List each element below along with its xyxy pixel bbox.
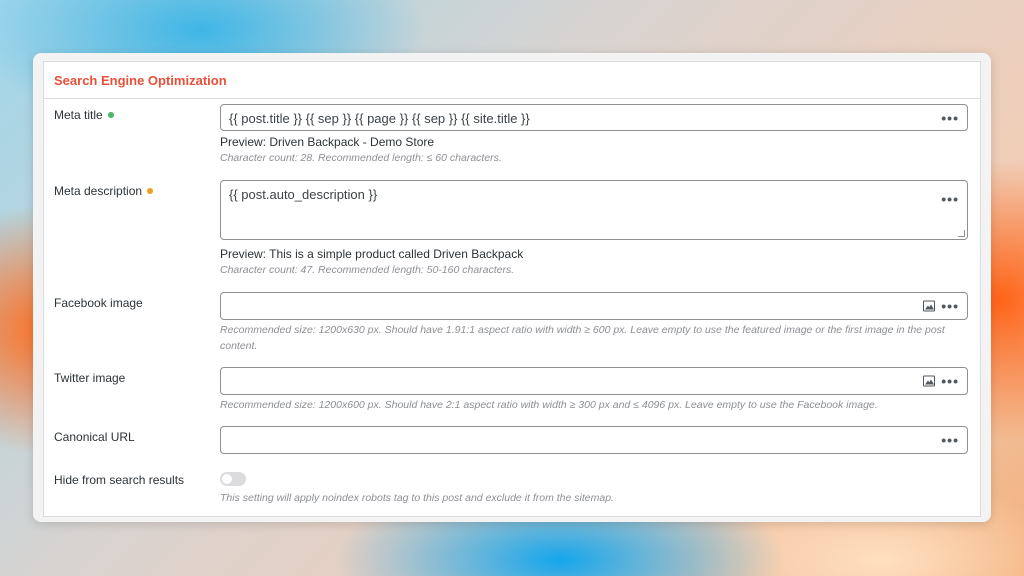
hide-from-search-label: Hide from search results xyxy=(54,473,184,487)
more-horizontal-icon[interactable]: ••• xyxy=(941,433,959,447)
hide-from-search-hint: This setting will apply noindex robots t… xyxy=(220,492,614,504)
meta-description-label-text: Meta description xyxy=(54,184,143,198)
meta-description-hint: Character count: 47. Recommended length:… xyxy=(220,264,515,276)
meta-title-preview: Preview: Driven Backpack - Demo Store xyxy=(220,135,435,149)
facebook-image-label-text: Facebook image xyxy=(54,296,143,310)
seo-card: Search Engine Optimization Meta title {{… xyxy=(33,53,991,522)
meta-description-value[interactable]: {{ post.auto_description }} xyxy=(229,187,377,202)
twitter-image-hint: Recommended size: 1200x600 px. Should ha… xyxy=(220,399,878,411)
facebook-image-label: Facebook image xyxy=(54,296,143,310)
more-horizontal-icon[interactable]: ••• xyxy=(941,299,959,313)
panel-header: Search Engine Optimization xyxy=(44,62,980,99)
twitter-image-label: Twitter image xyxy=(54,371,125,385)
twitter-image-label-text: Twitter image xyxy=(54,371,126,385)
meta-description-textarea[interactable]: {{ post.auto_description }} ••• xyxy=(220,180,968,240)
more-horizontal-icon[interactable]: ••• xyxy=(941,374,959,388)
facebook-image-hint: Recommended size: 1200x630 px. Should ha… xyxy=(220,324,945,352)
meta-title-value[interactable]: {{ post.title }} {{ sep }} {{ page }} {{… xyxy=(229,111,530,126)
meta-description-status-dot xyxy=(147,188,154,194)
canonical-url-label-text: Canonical URL xyxy=(54,430,135,444)
resize-handle-icon[interactable] xyxy=(958,230,965,237)
meta-title-label-text: Meta title xyxy=(54,108,103,122)
facebook-image-input[interactable]: ••• xyxy=(220,292,968,320)
meta-title-input[interactable]: {{ post.title }} {{ sep }} {{ page }} {{… xyxy=(220,104,968,131)
image-icon[interactable] xyxy=(923,375,935,387)
image-icon[interactable] xyxy=(923,300,935,312)
twitter-image-input[interactable]: ••• xyxy=(220,367,968,395)
more-horizontal-icon[interactable]: ••• xyxy=(941,192,959,206)
seo-panel: Search Engine Optimization Meta title {{… xyxy=(43,61,981,517)
panel-title: Search Engine Optimization xyxy=(54,72,227,88)
canonical-url-label: Canonical URL xyxy=(54,430,135,444)
meta-description-label: Meta description xyxy=(54,184,154,198)
canonical-url-input[interactable]: ••• xyxy=(220,426,968,454)
more-horizontal-icon[interactable]: ••• xyxy=(941,111,959,125)
toggle-knob xyxy=(222,474,232,484)
meta-title-status-dot xyxy=(107,112,114,118)
meta-title-hint: Character count: 28. Recommended length:… xyxy=(220,152,502,164)
hide-from-search-label-text: Hide from search results xyxy=(54,473,185,487)
hide-from-search-toggle[interactable] xyxy=(220,472,246,486)
meta-title-label: Meta title xyxy=(54,108,114,122)
meta-description-preview: Preview: This is a simple product called… xyxy=(220,247,524,261)
